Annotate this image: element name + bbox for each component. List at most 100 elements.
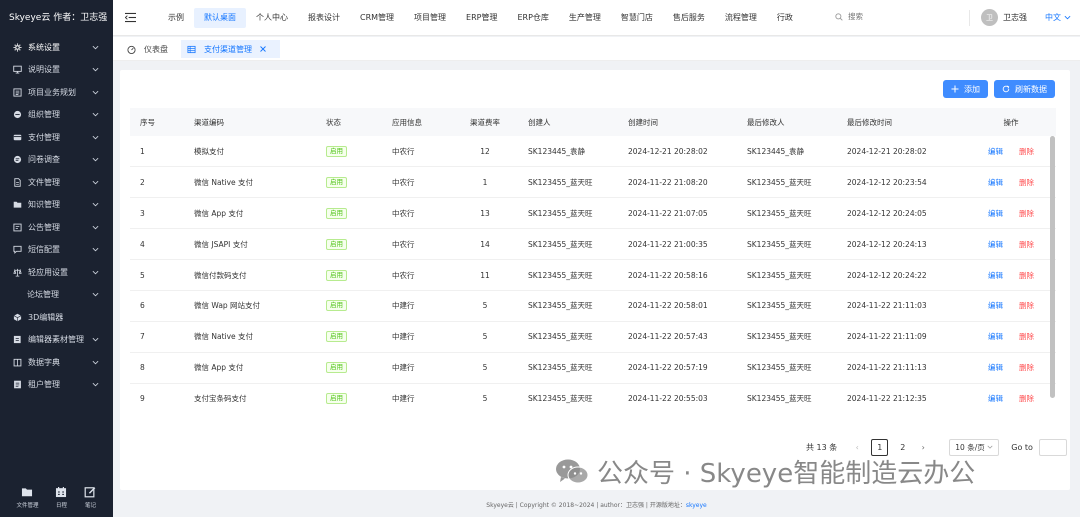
language-switch[interactable]: 中文: [1045, 12, 1071, 23]
footer-link[interactable]: skyeye: [686, 502, 707, 509]
top-nav-item[interactable]: 售后服务: [663, 8, 715, 28]
close-icon[interactable]: [260, 46, 266, 52]
top-nav-item[interactable]: 生产管理: [559, 8, 611, 28]
sidebar-item[interactable]: 项目业务规划: [0, 81, 113, 104]
cell-created: 2024-11-22 21:08:20: [618, 166, 737, 199]
cell-rate: 12: [452, 136, 518, 168]
refresh-button[interactable]: 刷新数据: [994, 80, 1055, 98]
cell-creator: SK123455_蓝天旺: [518, 166, 618, 199]
sidebar-item[interactable]: 系统设置: [0, 36, 113, 59]
edit-button[interactable]: 编辑: [988, 394, 1003, 403]
sidebar-item-label: 说明设置: [28, 65, 60, 75]
tab-dashboard[interactable]: 仪表盘: [121, 40, 174, 58]
sidebar-item[interactable]: 数据字典: [0, 351, 113, 374]
delete-button[interactable]: 删除: [1019, 363, 1034, 372]
sidebar-item[interactable]: 编辑器素材管理: [0, 329, 113, 352]
sidebar-footer-item[interactable]: 笔记: [84, 486, 96, 509]
table-scrollbar[interactable]: [1050, 136, 1055, 398]
top-nav-item[interactable]: 智慧门店: [611, 8, 663, 28]
search-box[interactable]: [835, 12, 903, 21]
sidebar-item[interactable]: 文件管理: [0, 171, 113, 194]
cell-no: 8: [130, 352, 184, 384]
cell-rate: 5: [452, 290, 518, 322]
edit-button[interactable]: 编辑: [988, 271, 1003, 280]
book-icon: [13, 358, 21, 367]
sidebar-footer-item[interactable]: 日程: [55, 486, 67, 509]
edit-button[interactable]: 编辑: [988, 209, 1003, 218]
edit-button[interactable]: 编辑: [988, 240, 1003, 249]
top-nav-item[interactable]: 流程管理: [715, 8, 767, 28]
top-nav-item[interactable]: 默认桌面: [194, 8, 246, 28]
cell-status: 启用: [316, 166, 382, 199]
top-nav-item[interactable]: 示例: [158, 8, 194, 28]
status-badge: 启用: [326, 362, 347, 374]
delete-button[interactable]: 删除: [1019, 178, 1034, 187]
top-nav-item[interactable]: 报表设计: [298, 8, 350, 28]
sidebar-item[interactable]: 轻应用设置: [0, 261, 113, 284]
top-nav-item[interactable]: 行政: [767, 8, 803, 28]
chevron-down-icon: [92, 180, 99, 185]
top-nav-item[interactable]: ERP仓库: [507, 8, 558, 28]
delete-button[interactable]: 删除: [1019, 240, 1034, 249]
user-area[interactable]: 卫 卫志强 中文: [981, 9, 1071, 26]
delete-button[interactable]: 删除: [1019, 209, 1034, 218]
cell-created: 2024-11-22 20:57:43: [618, 321, 737, 353]
sidebar-item[interactable]: 支付管理: [0, 126, 113, 149]
cell-created: 2024-11-22 21:00:35: [618, 228, 737, 261]
column-header: 状态: [326, 117, 341, 127]
avatar[interactable]: 卫: [981, 9, 998, 26]
sidebar-item[interactable]: 知识管理: [0, 194, 113, 217]
goto-input[interactable]: [1038, 438, 1067, 456]
tab-payment-channel[interactable]: 支付渠道管理: [181, 40, 280, 58]
goto-label: Go to: [1011, 442, 1033, 452]
cell-modified: 2024-11-22 21:11:03: [837, 290, 966, 322]
message-icon: [12, 246, 22, 255]
cell-name: 微信 Wap 网站支付: [184, 290, 316, 322]
chat-icon: [13, 156, 21, 164]
edit-button[interactable]: 编辑: [988, 301, 1003, 310]
user-name[interactable]: 卫志强: [1003, 12, 1027, 23]
delete-button[interactable]: 删除: [1019, 301, 1034, 310]
card-icon: [13, 134, 21, 140]
top-nav-item[interactable]: CRM管理: [350, 8, 404, 28]
cell-no: 2: [130, 166, 184, 199]
prev-page-icon[interactable]: ‹: [851, 443, 863, 452]
delete-button[interactable]: 删除: [1019, 147, 1034, 156]
top-nav-item[interactable]: 项目管理: [404, 8, 456, 28]
add-button[interactable]: 添加: [943, 80, 988, 98]
top-nav-item[interactable]: ERP管理: [456, 8, 507, 28]
list-icon: [12, 88, 22, 97]
folder-icon: [22, 488, 33, 497]
next-page-icon[interactable]: ›: [917, 443, 929, 452]
sidebar-item[interactable]: 短信配置: [0, 239, 113, 262]
cell-app: 中建行: [382, 321, 452, 353]
top-nav-item[interactable]: 个人中心: [246, 8, 298, 28]
sidebar-icon: [12, 155, 22, 165]
sidebar-item-label: 知识管理: [28, 200, 60, 210]
sidebar-item[interactable]: 租户管理: [0, 374, 113, 397]
menu-toggle-icon[interactable]: [125, 12, 136, 23]
sidebar-item[interactable]: 问卷调查: [0, 149, 113, 172]
edit-button[interactable]: 编辑: [988, 178, 1003, 187]
edit-button[interactable]: 编辑: [988, 332, 1003, 341]
page-size-value: 10 条/页: [955, 442, 985, 452]
sidebar-item[interactable]: 论坛管理: [0, 284, 113, 307]
cell-no: 3: [130, 197, 184, 230]
chevron-down-icon: [1064, 15, 1071, 20]
monitor-icon: [12, 65, 22, 74]
sidebar-item[interactable]: 3D编辑器: [0, 306, 113, 329]
sidebar-item[interactable]: 公告管理: [0, 216, 113, 239]
sidebar-item[interactable]: 组织管理: [0, 104, 113, 127]
search-input[interactable]: [848, 12, 903, 21]
sidebar-item[interactable]: 说明设置: [0, 59, 113, 82]
table-row: 6 微信 Wap 网站支付 启用 中建行 5 SK123455_蓝天旺 2024-11-22…: [130, 290, 1056, 322]
sidebar-icon: [12, 380, 22, 390]
delete-button[interactable]: 删除: [1019, 394, 1034, 403]
chevron-down-icon: [92, 270, 99, 275]
delete-button[interactable]: 删除: [1019, 271, 1034, 280]
edit-button[interactable]: 编辑: [988, 147, 1003, 156]
edit-button[interactable]: 编辑: [988, 363, 1003, 372]
sidebar-footer-item[interactable]: 文件管理: [16, 486, 39, 509]
delete-button[interactable]: 删除: [1019, 332, 1034, 341]
sidebar-item-label: 3D编辑器: [28, 312, 64, 322]
